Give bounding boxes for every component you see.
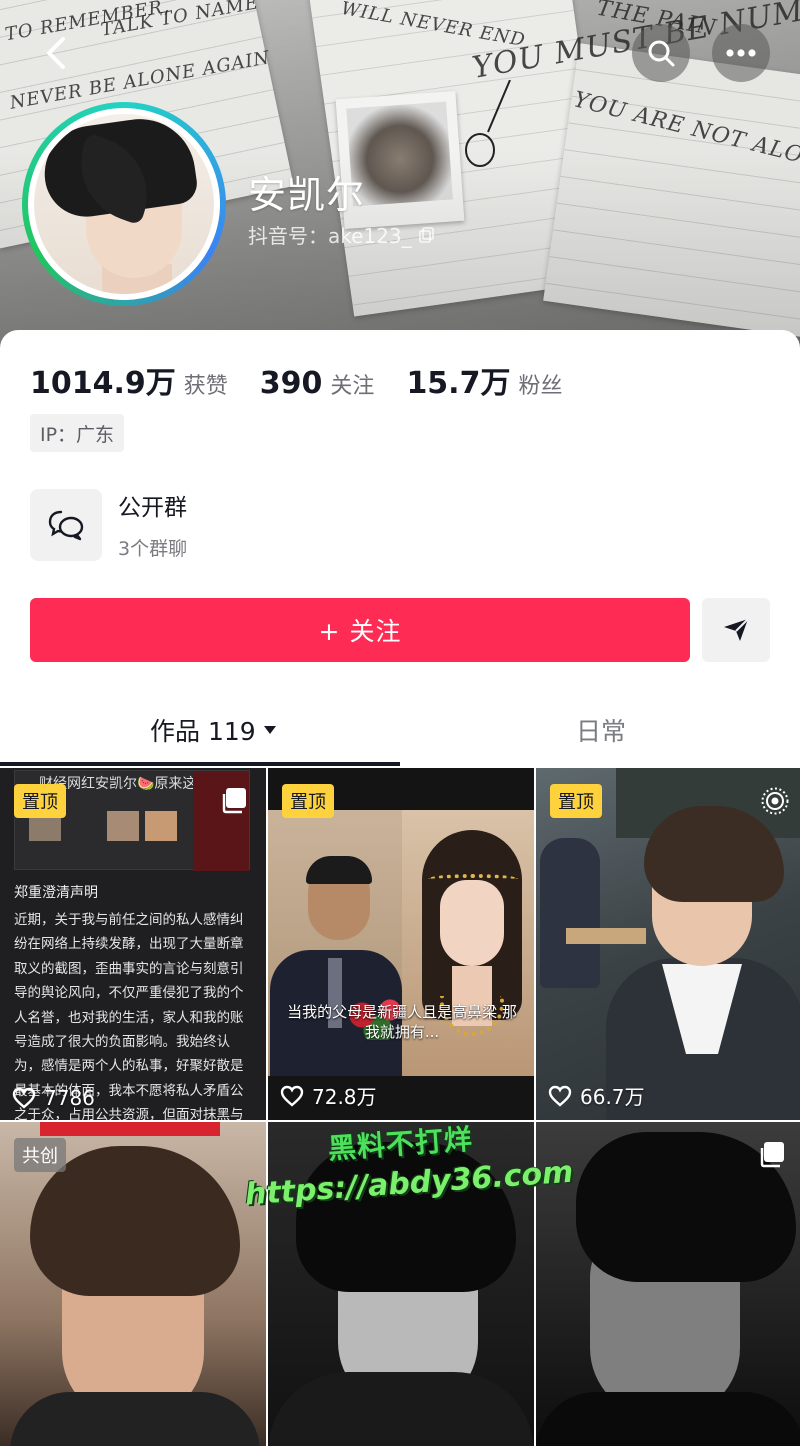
stat-likes[interactable]: 1014.9万 获赞 (30, 358, 228, 402)
pinned-badge: 置顶 (282, 784, 334, 818)
send-message-button[interactable] (702, 598, 770, 662)
video-likes-count: 66.7万 (580, 1085, 645, 1109)
copy-icon[interactable] (418, 226, 436, 244)
pinned-badge: 置顶 (14, 784, 66, 818)
multi-image-icon (222, 788, 246, 814)
tab-works[interactable]: 作品 119 (150, 712, 278, 748)
video-thumbnail[interactable]: 当我的父母是新疆人且是高鼻梁 那我就拥有... 置顶 72.8万 (268, 768, 534, 1120)
paper-plane-icon (724, 618, 749, 641)
video-caption: 当我的父母是新疆人且是高鼻梁 那我就拥有... (287, 1003, 517, 1041)
group-subtitle: 3个群聊 (118, 538, 188, 560)
avatar[interactable] (22, 102, 226, 306)
ip-location-tag: IP：广东 (30, 414, 125, 452)
profile-tabs: 作品 119 日常 (0, 702, 800, 768)
stat-followers-value: 15.7万 (406, 366, 511, 401)
video-thumbnail[interactable]: 财经网红安凯尔🍉原来这... 郑重澄清声明 近期，关于我与前任之间的私人感情纠纷… (0, 768, 266, 1120)
video-thumbnail[interactable]: 共创 (0, 1122, 266, 1446)
video-thumbnail[interactable]: 置顶 66.7万 (536, 768, 800, 1120)
live-photo-icon (761, 787, 789, 815)
group-title: 公开群 (118, 495, 187, 521)
profile-cover: TO REMEMBER, TALK TO NAME NEVER BE ALONE… (0, 0, 800, 360)
search-button[interactable] (632, 24, 690, 82)
video-grid: 财经网红安凯尔🍉原来这... 郑重澄清声明 近期，关于我与前任之间的私人感情纠纷… (0, 768, 800, 1446)
profile-stats: 1014.9万 获赞 390 关注 15.7万 粉丝 (30, 358, 594, 402)
video-thumbnail[interactable] (536, 1122, 800, 1446)
stat-following[interactable]: 390 关注 (260, 366, 375, 401)
caret-down-icon[interactable] (262, 724, 278, 736)
heart-icon (280, 1085, 304, 1107)
video-likes: 66.7万 (548, 1081, 645, 1110)
tab-daily[interactable]: 日常 (576, 712, 626, 748)
search-icon (648, 40, 675, 67)
chevron-left-icon (47, 37, 65, 69)
profile-name: 安凯尔 (248, 173, 366, 217)
public-group-entry[interactable]: 公开群 3个群聊 (30, 488, 187, 561)
douyin-id-text: 抖音号：ake123_ (248, 224, 412, 248)
douyin-id[interactable]: 抖音号：ake123_ (248, 220, 436, 249)
video-likes: 72.8万 (280, 1081, 377, 1110)
watermark-text: 黑料不打烊 (326, 1122, 474, 1166)
back-button[interactable] (28, 24, 86, 82)
more-dots-icon (726, 49, 756, 57)
tab-active-indicator (0, 762, 400, 766)
stat-following-value: 390 (259, 366, 323, 401)
heart-icon (12, 1087, 36, 1109)
stat-followers-label: 粉丝 (518, 374, 563, 399)
stat-following-label: 关注 (330, 374, 375, 399)
tab-works-label: 作品 119 (150, 717, 256, 746)
group-chat-icon (30, 488, 102, 561)
multi-image-icon (760, 1142, 784, 1168)
stat-followers[interactable]: 15.7万 粉丝 (406, 358, 562, 402)
statement-title: 郑重澄清声明 (14, 885, 98, 901)
pinned-badge: 置顶 (550, 784, 602, 818)
video-likes-count: 7786 (44, 1086, 95, 1110)
heart-icon (548, 1085, 572, 1107)
more-button[interactable] (712, 24, 770, 82)
video-likes-count: 72.8万 (312, 1085, 377, 1109)
watermark-url: https://abdy36.com (243, 1154, 575, 1213)
video-likes: 7786 (12, 1086, 95, 1110)
follow-button[interactable]: + 关注 (30, 598, 690, 662)
watermark: 黑料不打烊 https://abdy36.com (241, 1107, 578, 1240)
co-creation-badge: 共创 (14, 1138, 66, 1172)
stat-likes-label: 获赞 (183, 374, 228, 399)
stat-likes-value: 1014.9万 (30, 366, 176, 401)
